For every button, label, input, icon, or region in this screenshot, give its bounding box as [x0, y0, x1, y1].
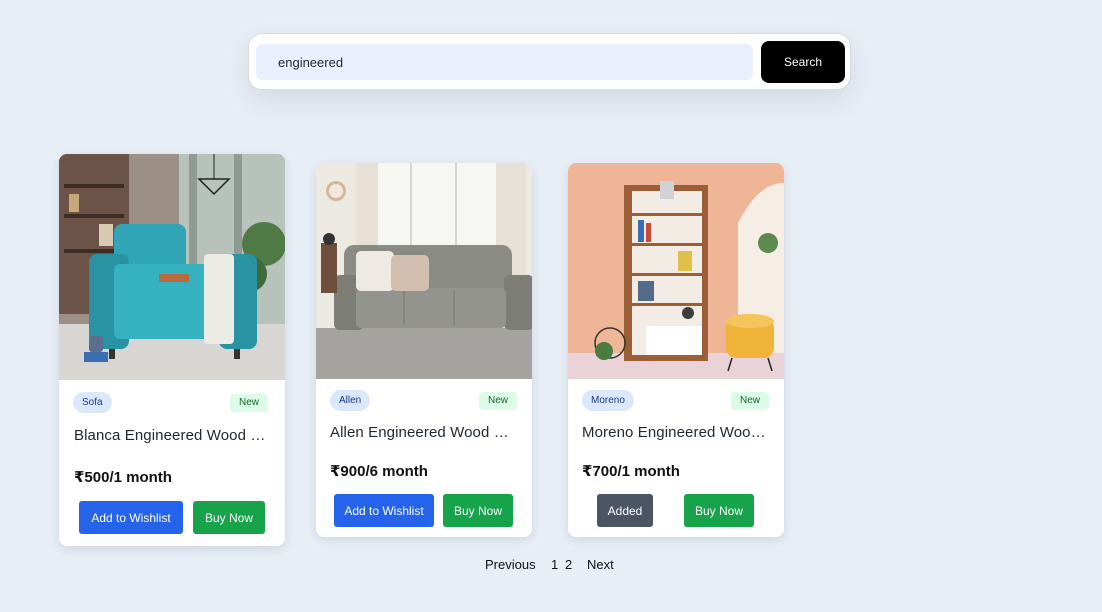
pagination: Previous 1 2 Next [0, 557, 1102, 575]
product-image[interactable] [316, 163, 532, 379]
product-price: ₹700/1 month [582, 463, 680, 480]
buy-now-button[interactable]: Buy Now [193, 501, 265, 534]
product-card: Moreno New Moreno Engineered Wood Booksh… [568, 163, 784, 537]
new-badge: New [479, 392, 518, 410]
product-price: ₹900/6 month [330, 463, 428, 480]
page-1-link[interactable]: 1 [551, 557, 558, 572]
page-2-link[interactable]: 2 [565, 557, 572, 572]
product-image[interactable] [59, 154, 285, 380]
previous-page-link[interactable]: Previous [485, 557, 536, 572]
category-tag: Allen [330, 390, 371, 411]
search-input[interactable] [256, 44, 753, 80]
product-title[interactable]: Allen Engineered Wood Sofa Cum Bed [330, 424, 518, 441]
category-tag: Sofa [73, 392, 112, 413]
product-title[interactable]: Blanca Engineered Wood Single Seater Sof… [74, 427, 272, 444]
next-page-link[interactable]: Next [587, 557, 614, 572]
new-badge: New [230, 394, 269, 412]
product-price: ₹500/1 month [74, 469, 172, 486]
buy-now-button[interactable]: Buy Now [684, 494, 754, 527]
added-to-wishlist-button[interactable]: Added [597, 494, 653, 527]
add-to-wishlist-button[interactable]: Add to Wishlist [79, 501, 183, 534]
search-bar: Search [248, 33, 851, 90]
new-badge: New [731, 392, 770, 410]
product-image[interactable] [568, 163, 784, 379]
product-card: Sofa New Blanca Engineered Wood Single S… [59, 154, 285, 546]
product-card: Allen New Allen Engineered Wood Sofa Cum… [316, 163, 532, 537]
add-to-wishlist-button[interactable]: Add to Wishlist [334, 494, 434, 527]
product-title[interactable]: Moreno Engineered Wood Bookshelf [582, 424, 770, 441]
buy-now-button[interactable]: Buy Now [443, 494, 513, 527]
search-button[interactable]: Search [761, 41, 845, 83]
category-tag: Moreno [582, 390, 634, 411]
